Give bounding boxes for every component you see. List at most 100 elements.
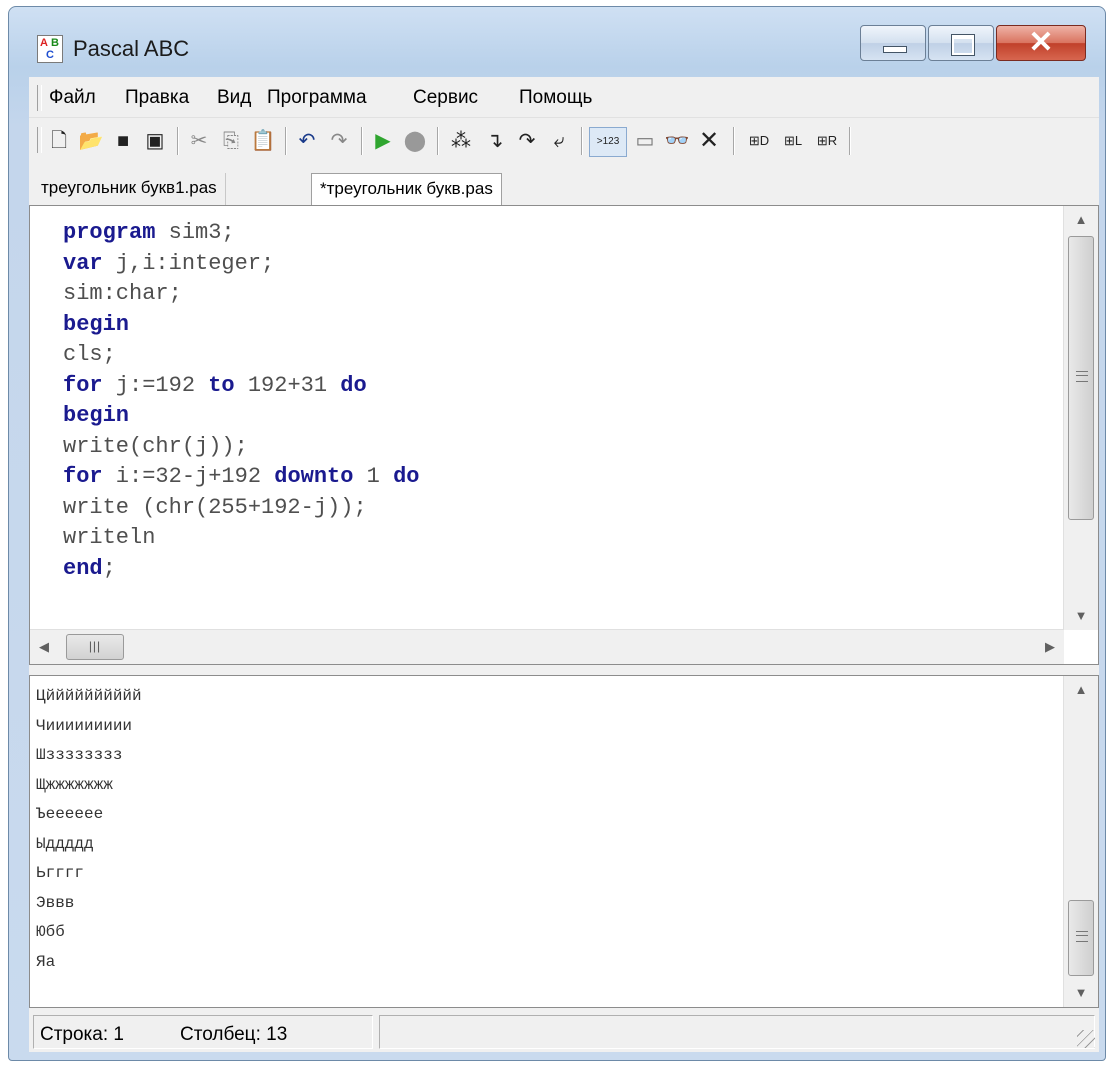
scroll-down-icon[interactable]: ▼ (1064, 602, 1098, 630)
toolbar: 🗋 📂 ■ ▣ ✂ ⎘ 📋 ↶ ↷ ▶ ⬤ ⁂ ↴ ↷ ⤶ >123 ▭ 👓 ✕ (29, 119, 1099, 163)
tab-file-2-active[interactable]: *треугольник букв.pas (311, 173, 502, 206)
cut-icon[interactable]: ✂ (185, 127, 213, 155)
code-line[interactable]: sim:char; (63, 279, 419, 310)
output-line: Ыддддд (36, 834, 94, 853)
code-line[interactable]: begin (63, 310, 419, 341)
code-line[interactable]: for i:=32-j+192 downto 1 do (63, 462, 419, 493)
status-panel-empty (379, 1015, 1095, 1049)
code-text[interactable]: program sim3; var j,i:integer; sim:char; be… (63, 218, 419, 584)
scroll-up-icon[interactable]: ▲ (1064, 206, 1098, 234)
save-all-icon[interactable]: ▣ (141, 127, 169, 155)
copy-icon[interactable]: ⎘ (217, 127, 245, 155)
code-keyword: downto (274, 464, 354, 489)
code-line[interactable]: var j,i:integer; (63, 249, 419, 280)
tab-file-1[interactable]: треугольник букв1.pas (33, 173, 226, 205)
maximize-button[interactable] (928, 25, 994, 61)
delete-icon[interactable]: ✕ (695, 127, 723, 155)
title-bar[interactable]: A B C Pascal ABC ✕ (9, 7, 1105, 77)
code-token: 192+31 (234, 372, 341, 398)
glasses-icon[interactable]: 👓 (663, 127, 691, 155)
output-window[interactable]: Цйййййййййй Чиииииииии Шзззззззз Щжжжжжжж Ъе… (29, 675, 1099, 1008)
icon-letter-b: B (51, 37, 59, 49)
open-file-icon[interactable]: 📂 (77, 127, 105, 155)
scroll-down-icon[interactable]: ▼ (1064, 979, 1098, 1007)
editor-horizontal-scrollbar[interactable]: ◀ ||| ▶ (30, 629, 1064, 664)
code-keyword: for (63, 372, 103, 398)
size-grip-icon[interactable] (1077, 1030, 1095, 1048)
scroll-right-icon[interactable]: ▶ (1036, 630, 1064, 664)
code-line[interactable]: program sim3; (63, 218, 419, 249)
menu-file[interactable]: Файл (49, 87, 96, 109)
icon-letter-a: A (40, 37, 48, 49)
editor-vertical-scrollbar[interactable]: ▲ ▼ (1063, 206, 1098, 630)
maximize-icon (951, 34, 975, 56)
pane-splitter[interactable] (29, 665, 1099, 675)
scroll-thumb[interactable] (1068, 236, 1094, 520)
menu-service[interactable]: Сервис (413, 87, 478, 109)
scroll-left-icon[interactable]: ◀ (30, 630, 58, 664)
pascal-abc-app-icon: A B C (37, 35, 63, 63)
format-r-icon[interactable]: ⊞R (813, 127, 841, 155)
code-keyword: var (63, 250, 103, 276)
output-text: Цйййййййййй Чиииииииии Шзззззззз Щжжжжжжж Ъе… (36, 682, 142, 977)
code-token: i:=32-j+192 (102, 464, 275, 489)
menu-help[interactable]: Помощь (519, 87, 592, 109)
code-line[interactable]: cls; (63, 340, 419, 371)
status-bar: Строка: 1 Столбец: 13 (29, 1013, 1099, 1052)
code-line[interactable]: for j:=192 to 192+31 do (63, 371, 419, 402)
output-line: Цйййййййййй (36, 687, 142, 705)
menu-view[interactable]: Вид (217, 87, 251, 109)
code-line[interactable]: begin (63, 401, 419, 432)
code-keyword: end (63, 555, 103, 581)
code-keyword: begin (63, 403, 130, 428)
status-column: Столбец: 13 (180, 1024, 288, 1045)
menu-edit[interactable]: Правка (125, 87, 189, 109)
file-tabs: треугольник букв1.pas *треугольник букв.… (29, 167, 1099, 206)
app-window: A B C Pascal ABC ✕ Файл Правка Вид Прогр… (8, 6, 1106, 1061)
code-line[interactable]: writeln (63, 523, 419, 554)
output-line: Яа (36, 952, 56, 971)
redo-icon[interactable]: ↷ (325, 127, 353, 155)
close-icon: ✕ (1028, 26, 1054, 59)
code-token: sim:char; (63, 281, 182, 306)
output-vertical-scrollbar[interactable]: ▲ ▼ (1063, 676, 1098, 1007)
save-icon[interactable]: ■ (109, 127, 137, 155)
run-icon[interactable]: ▶ (369, 127, 397, 155)
code-token: write (chr(255+192-j)); (63, 494, 367, 520)
step-into-icon[interactable]: ↴ (481, 127, 509, 155)
close-button[interactable]: ✕ (996, 25, 1086, 61)
undo-icon[interactable]: ↶ (293, 127, 321, 155)
code-keyword: do (393, 464, 420, 489)
toolbar-separator (437, 127, 439, 155)
format-d-icon[interactable]: ⊞D (745, 127, 773, 155)
code-line[interactable]: end; (63, 554, 419, 585)
toolbar-separator (361, 127, 363, 155)
code-token: cls; (63, 342, 116, 367)
scroll-thumb[interactable] (1068, 900, 1094, 976)
run-to-cursor-icon[interactable]: ⤶ (545, 127, 573, 155)
hscroll-thumb[interactable]: ||| (66, 634, 124, 660)
window-icon[interactable]: ▭ (631, 127, 659, 155)
code-line[interactable]: write (chr(255+192-j)); (63, 493, 419, 524)
output-line: Эввв (36, 893, 75, 912)
stop-icon[interactable]: ⬤ (401, 127, 429, 155)
format-l-icon[interactable]: ⊞L (779, 127, 807, 155)
scroll-up-icon[interactable]: ▲ (1064, 676, 1098, 704)
menu-program[interactable]: Программа (267, 87, 367, 109)
output-line: Шзззззззз (36, 746, 123, 764)
toolbar-grip (37, 127, 42, 153)
code-keyword: to (208, 372, 235, 398)
minimize-button[interactable] (860, 25, 926, 61)
paste-icon[interactable]: 📋 (249, 127, 277, 155)
code-editor[interactable]: program sim3; var j,i:integer; sim:char; be… (29, 205, 1099, 665)
toolbar-separator (285, 127, 287, 155)
output-line: Чиииииииии (36, 716, 133, 735)
step-icon[interactable]: ⁂ (447, 127, 475, 155)
step-over-icon[interactable]: ↷ (513, 127, 541, 155)
new-file-icon[interactable]: 🗋 (45, 127, 73, 155)
watch-icon[interactable]: >123 (589, 127, 627, 157)
code-keyword: do (340, 372, 367, 398)
output-line: Ьгггг (36, 864, 85, 882)
window-title: Pascal ABC (73, 36, 190, 61)
code-line[interactable]: write(chr(j)); (63, 432, 419, 463)
